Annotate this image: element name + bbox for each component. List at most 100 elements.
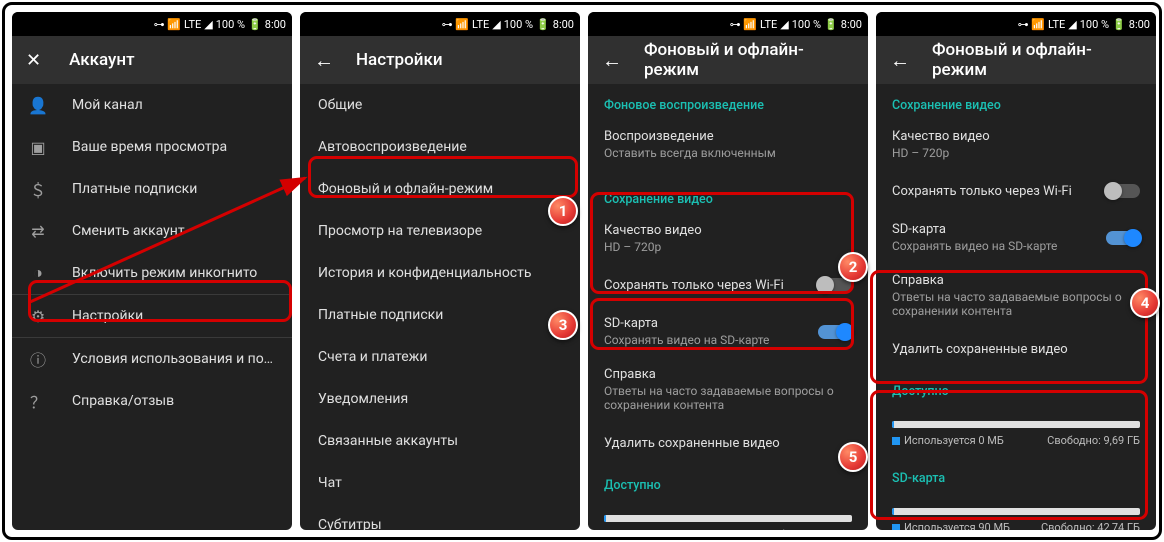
help-sub: Ответы на часто задаваемые вопросы о сох…: [892, 290, 1140, 318]
appbar-title: Фоновый и офлайн-режим: [932, 40, 1142, 80]
settings-item-label: Уведомления: [318, 391, 562, 407]
section-save-video: Сохранение видео: [876, 84, 1156, 119]
section-save-video: Сохранение видео: [588, 170, 868, 213]
watch-time-icon: ▣: [28, 137, 48, 157]
status-bar: ⊶ 📶 LTE ◢ 100 % 🔋 8:00: [12, 12, 292, 36]
status-battery-pct: 100 %: [216, 18, 245, 31]
account-item-terms[interactable]: ⓘ Условия использования и полит…: [12, 338, 292, 380]
storage-used: Используется 0 МБ: [892, 434, 1004, 447]
settings-item-label: Автовоспроизведение: [318, 139, 562, 155]
screenshot-offline-1: ⊶ 📶 LTE ◢ 100 % 🔋 8:00 Фоновый и офлайн-…: [588, 12, 868, 530]
offline-settings-list: Фоновое воспроизведение Воспроизведение …: [588, 84, 868, 530]
row-wifi-only[interactable]: Сохранять только через Wi-Fi: [588, 264, 868, 306]
terms-icon: ⓘ: [28, 349, 48, 369]
row-sd-card[interactable]: SD-карта Сохранять видео на SD-карте: [876, 212, 1156, 263]
row-help[interactable]: Справка Ответы на часто задаваемые вопро…: [876, 263, 1156, 328]
settings-item-9[interactable]: Чат: [300, 462, 580, 504]
row-sd-card[interactable]: SD-карта Сохранять видео на SD-карте: [588, 306, 868, 357]
appbar-offline: Фоновый и офлайн-режим: [876, 36, 1156, 84]
row-quality[interactable]: Качество видео HD – 720p: [588, 213, 868, 264]
settings-item-2[interactable]: Фоновый и офлайн-режим: [300, 168, 580, 210]
settings-item-label: История и конфиденциальность: [318, 265, 562, 281]
account-item-help[interactable]: ？Справка/отзыв: [12, 380, 292, 422]
row-quality[interactable]: Качество видео HD – 720p: [876, 119, 1156, 170]
storage-sd-used: Используется 90 МБ: [892, 521, 1010, 530]
back-icon[interactable]: [890, 48, 910, 73]
settings-item-label: Просмотр на телевизоре: [318, 223, 562, 239]
settings-item-1[interactable]: Автовоспроизведение: [300, 126, 580, 168]
playback-sub: Оставить всегда включенным: [604, 146, 852, 160]
screenshot-account: ⊶ 📶 LTE ◢ 100 % 🔋 8:00 Аккаунт 👤 Мой кана…: [12, 12, 292, 530]
row-wifi-only[interactable]: Сохранять только через Wi-Fi: [876, 170, 1156, 212]
row-playback[interactable]: Воспроизведение Оставить всегда включенн…: [588, 119, 868, 170]
settings-item-label: Фоновый и офлайн-режим: [318, 181, 562, 197]
incognito-icon: ◑: [28, 263, 48, 283]
account-item-incognito[interactable]: ◑ Включить режим инкогнито: [12, 252, 292, 294]
account-item-label: Включить режим инкогнито: [72, 265, 276, 281]
row-help[interactable]: Справка Ответы на часто задаваемые вопро…: [588, 357, 868, 422]
sd-switch[interactable]: [1106, 231, 1140, 245]
help-label: Справка: [604, 367, 852, 382]
storage-free: Свободно: 9,69 ГБ: [1047, 434, 1140, 447]
sd-sub: Сохранять видео на SD-карте: [892, 239, 1082, 253]
settings-item-5[interactable]: Платные подписки: [300, 294, 580, 336]
account-menu: 👤 Мой канал ▣Ваше время просмотра＄Платные …: [12, 84, 292, 422]
wifi-label: Сохранять только через Wi-Fi: [892, 184, 1082, 199]
section-available: Доступно: [876, 370, 1156, 405]
wifi-switch[interactable]: [1106, 184, 1140, 198]
back-icon[interactable]: [602, 48, 622, 73]
switch-account-icon: ⇄: [28, 221, 48, 241]
appbar-title: Аккаунт: [69, 50, 134, 70]
settings-item-4[interactable]: История и конфиденциальность: [300, 252, 580, 294]
settings-item-8[interactable]: Связанные аккаунты: [300, 420, 580, 462]
account-item-label: Условия использования и полит…: [72, 351, 276, 367]
account-item-settings[interactable]: ⚙ Настройки: [12, 295, 292, 337]
annotation-badge-4: 4: [1130, 288, 1160, 318]
status-bar: ⊶ 📶 LTE ◢ 100 % 🔋 8:00: [300, 12, 580, 36]
sd-label: SD-карта: [892, 222, 1082, 237]
account-item-label: Настройки: [72, 308, 276, 324]
storage-sd: Используется 90 МБ Свободно: 42,74 ГБ: [876, 492, 1156, 530]
appbar-title: Фоновый и офлайн-режим: [644, 40, 854, 80]
appbar-offline: Фоновый и офлайн-режим: [588, 36, 868, 84]
storage-internal: Используется 0 МБ Свободно: 9,69 ГБ: [876, 405, 1156, 457]
section-bg-playback: Фоновое воспроизведение: [588, 84, 868, 119]
row-delete-saved[interactable]: Удалить сохраненные видео: [588, 422, 868, 464]
settings-icon: ⚙: [28, 306, 48, 326]
account-item-watch-time[interactable]: ▣Ваше время просмотра: [12, 126, 292, 168]
storage-free: Свободно: 9,69 ГБ: [759, 528, 852, 530]
help-sub: Ответы на часто задаваемые вопросы о сох…: [604, 384, 852, 412]
offline-settings-list: Сохранение видео Качество видео HD – 720…: [876, 84, 1156, 530]
sd-switch[interactable]: [818, 325, 852, 339]
playback-label: Воспроизведение: [604, 129, 852, 144]
back-icon[interactable]: [314, 48, 334, 73]
annotation-badge-1: 1: [548, 196, 578, 226]
account-item-label: Платные подписки: [72, 181, 276, 197]
sd-sub: Сохранять видео на SD-карте: [604, 333, 794, 347]
settings-menu: Общие Автовоспроизведение Фоновый и офлайн…: [300, 84, 580, 530]
my-channel-icon: 👤: [28, 95, 48, 115]
account-item-switch-account[interactable]: ⇄Сменить аккаунт: [12, 210, 292, 252]
settings-item-6[interactable]: Счета и платежи: [300, 336, 580, 378]
status-bar: ⊶ 📶 LTE ◢ 100 % 🔋 8:00: [876, 12, 1156, 36]
settings-item-label: Субтитры: [318, 517, 562, 530]
close-icon[interactable]: [26, 50, 41, 71]
quality-sub: HD – 720p: [892, 146, 1140, 160]
status-lte: LTE: [184, 18, 201, 31]
sd-label: SD-карта: [604, 316, 794, 331]
account-item-my-channel[interactable]: 👤 Мой канал: [12, 84, 292, 126]
settings-item-label: Общие: [318, 97, 562, 113]
account-item-label: Мой канал: [72, 97, 276, 113]
storage-sd-free: Свободно: 42,74 ГБ: [1041, 521, 1140, 530]
settings-item-10[interactable]: Субтитры: [300, 504, 580, 530]
settings-item-7[interactable]: Уведомления: [300, 378, 580, 420]
quality-label: Качество видео: [892, 129, 1140, 144]
settings-item-0[interactable]: Общие: [300, 84, 580, 126]
delete-label: Удалить сохраненные видео: [604, 436, 852, 451]
account-item-paid-subs[interactable]: ＄Платные подписки: [12, 168, 292, 210]
storage-used: Используется 0 МБ: [604, 528, 716, 530]
quality-sub: HD – 720p: [604, 240, 852, 254]
row-delete-saved[interactable]: Удалить сохраненные видео: [876, 328, 1156, 370]
settings-item-3[interactable]: Просмотр на телевизоре: [300, 210, 580, 252]
annotation-badge-2: 2: [838, 252, 868, 282]
